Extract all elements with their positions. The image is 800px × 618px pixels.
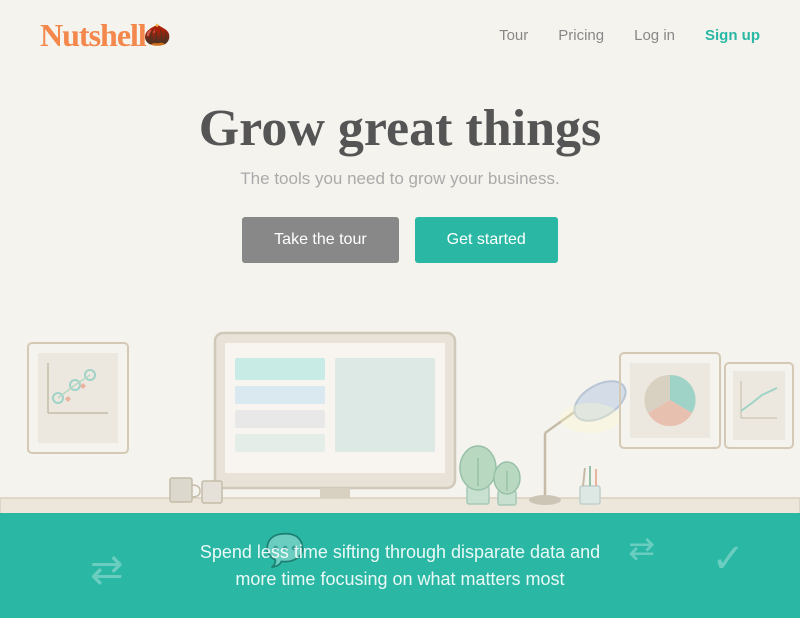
- check-icon: ✓: [711, 535, 745, 582]
- bottom-text: Spend less time sifting through disparat…: [200, 539, 600, 593]
- acorn-icon: 🌰: [144, 22, 171, 48]
- desk-illustration: [0, 303, 800, 513]
- get-started-button[interactable]: Get started: [415, 217, 558, 263]
- arrows-icon: ⇄: [90, 546, 124, 593]
- hero-subtitle: The tools you need to grow your business…: [40, 169, 760, 189]
- take-tour-button[interactable]: Take the tour: [242, 217, 399, 263]
- bottom-section: ⇄ 💬 ⇄ ✓ Spend less time sifting through …: [0, 513, 800, 618]
- arrows2-icon: ⇄: [628, 529, 655, 567]
- navbar: Nutshell 🌰 Tour Pricing Log in Sign up: [0, 0, 800, 70]
- nav-links: Tour Pricing Log in Sign up: [499, 27, 760, 44]
- nav-pricing-link[interactable]: Pricing: [558, 27, 604, 44]
- hero-title: Grow great things: [40, 100, 760, 157]
- hero-section: Grow great things The tools you need to …: [0, 70, 800, 303]
- logo: Nutshell 🌰: [40, 17, 171, 54]
- nav-signup-link[interactable]: Sign up: [705, 27, 760, 44]
- nav-tour-link[interactable]: Tour: [499, 27, 528, 44]
- bottom-line1: Spend less time sifting through disparat…: [200, 539, 600, 566]
- bottom-line2: more time focusing on what matters most: [200, 566, 600, 593]
- hero-buttons: Take the tour Get started: [40, 217, 760, 263]
- nav-login-link[interactable]: Log in: [634, 27, 675, 44]
- logo-text: Nutshell: [40, 17, 146, 53]
